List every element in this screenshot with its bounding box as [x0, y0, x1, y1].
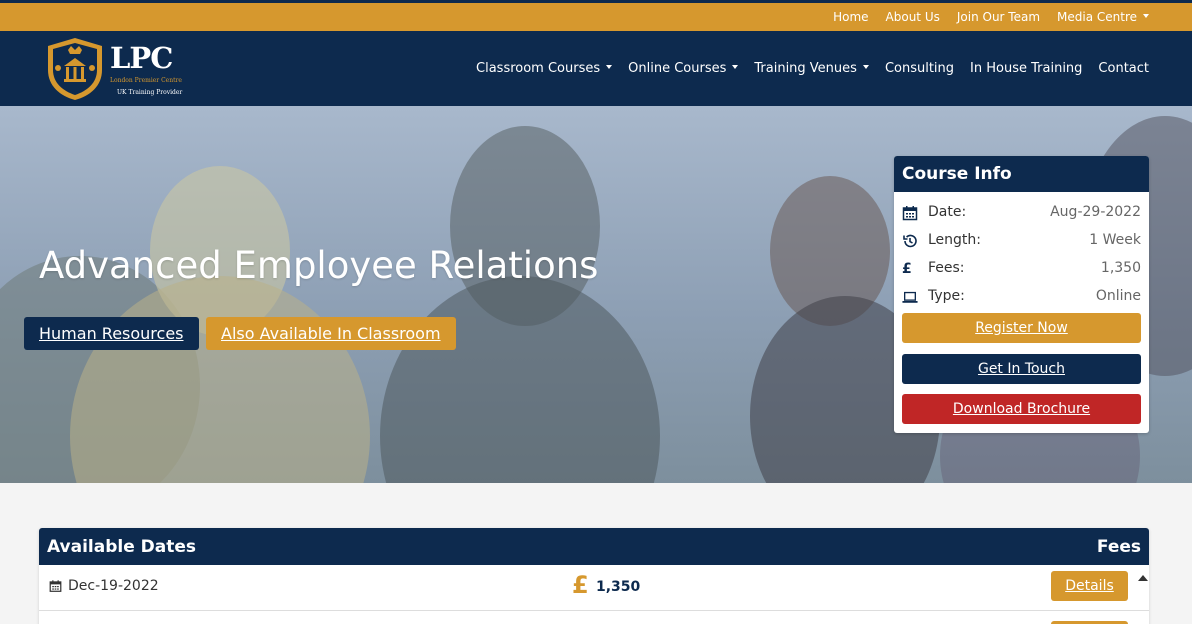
nav-consulting[interactable]: Consulting	[885, 61, 954, 76]
scroll-up-arrow-icon[interactable]	[1138, 575, 1148, 581]
course-info-type-row: Type: Online	[902, 287, 1141, 307]
category-badge[interactable]: Human Resources	[24, 317, 199, 350]
course-info-type-label: Type:	[928, 288, 965, 304]
course-info-length-value: 1 Week	[1089, 232, 1141, 248]
fees-column-header: Fees	[1096, 537, 1141, 557]
nav-online-courses[interactable]: Online Courses	[628, 61, 739, 76]
course-title: Advanced Employee Relations	[39, 244, 599, 287]
calendar-icon	[902, 206, 918, 221]
nav-classroom-courses[interactable]: Classroom Courses	[476, 61, 613, 76]
shield-crest-icon	[48, 38, 102, 100]
top-nav-home[interactable]: Home	[833, 10, 868, 24]
course-info-date-label: Date:	[928, 204, 967, 220]
table-row: Dec-19-2022 £ 1,350 Details	[39, 565, 1149, 611]
chevron-down-icon	[732, 64, 739, 69]
details-button[interactable]: Details	[1051, 571, 1128, 601]
chevron-down-icon	[606, 64, 613, 69]
nav-in-house-training[interactable]: In House Training	[970, 61, 1082, 76]
logo-full-name: London Premier Centre	[110, 77, 182, 84]
nav-online-courses-label: Online Courses	[628, 61, 727, 76]
availability-badge[interactable]: Also Available In Classroom	[206, 317, 456, 350]
pound-icon: £	[572, 571, 589, 599]
top-nav-join-our-team[interactable]: Join Our Team	[957, 10, 1040, 24]
nav-training-venues[interactable]: Training Venues	[754, 61, 869, 76]
course-info-fees-row: £ Fees: 1,350	[902, 259, 1141, 279]
laptop-icon	[902, 291, 918, 303]
course-info-date-value: Aug-29-2022	[1050, 204, 1141, 220]
calendar-icon	[49, 580, 62, 592]
nav-training-venues-label: Training Venues	[754, 61, 857, 76]
course-info-length-row: Length: 1 Week	[902, 231, 1141, 251]
logo-tagline: UK Training Provider	[117, 89, 183, 96]
main-header: LPC London Premier Centre UK Training Pr…	[0, 31, 1192, 106]
get-in-touch-button[interactable]: Get In Touch	[902, 354, 1141, 384]
history-icon	[903, 234, 917, 248]
top-nav-media-centre[interactable]: Media Centre	[1057, 10, 1149, 24]
chevron-down-icon	[1143, 13, 1149, 18]
logo-text: LPC	[110, 41, 173, 75]
course-info-fees-label: Fees:	[928, 260, 965, 276]
register-now-button[interactable]: Register Now	[902, 313, 1141, 343]
pound-icon: £	[902, 261, 912, 277]
logo[interactable]: LPC London Premier Centre UK Training Pr…	[44, 36, 184, 102]
row-fee: 1,350	[596, 579, 641, 595]
course-info-title: Course Info	[894, 156, 1149, 192]
available-dates-header: Available Dates Fees	[39, 528, 1149, 565]
available-dates-card: Available Dates Fees Dec-19-2022 £ 1,350…	[39, 528, 1149, 624]
course-info-type-value: Online	[1095, 288, 1141, 304]
course-info-fees-value: 1,350	[1100, 260, 1141, 276]
nav-classroom-courses-label: Classroom Courses	[476, 61, 601, 76]
top-nav: Home About Us Join Our Team Media Centre	[833, 10, 1149, 24]
nav-contact[interactable]: Contact	[1098, 61, 1149, 76]
available-dates-title: Available Dates	[47, 537, 197, 557]
course-info-card: Course Info Date: Aug-29-2022 Length: 1 …	[894, 156, 1149, 433]
download-brochure-button[interactable]: Download Brochure	[902, 394, 1141, 424]
chevron-down-icon	[862, 64, 869, 69]
top-nav-about-us[interactable]: About Us	[886, 10, 940, 24]
main-nav: Classroom Courses Online Courses Trainin…	[476, 61, 1149, 76]
course-info-date-row: Date: Aug-29-2022	[902, 203, 1141, 223]
row-date: Dec-19-2022	[68, 578, 159, 594]
top-nav-media-centre-label: Media Centre	[1057, 10, 1137, 24]
course-info-length-label: Length:	[928, 232, 982, 248]
top-bar: Home About Us Join Our Team Media Centre	[0, 0, 1192, 31]
